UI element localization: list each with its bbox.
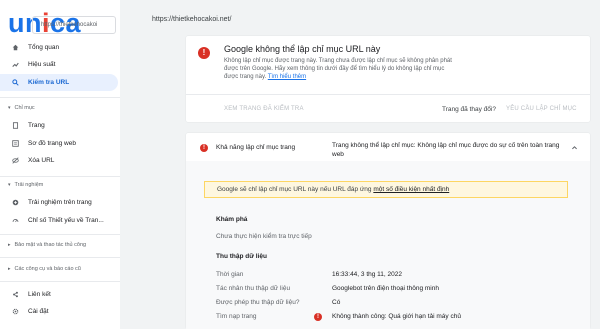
property-selector[interactable]: https://thietkehocakoi — [32, 16, 116, 34]
divider — [0, 97, 120, 98]
sidebar-item-pages[interactable]: Trang — [0, 117, 118, 134]
search-icon — [12, 79, 19, 86]
sidebar: unica https://thietkehocakoi Tổng quan H… — [0, 0, 120, 329]
page-changed-label: Trang đã thay đổi? — [442, 106, 496, 113]
request-indexing-button[interactable]: YÊU CẦU LẬP CHỈ MỤC — [506, 106, 577, 112]
inspected-url: https://thietkehocakoi.net/ — [152, 16, 232, 23]
indexing-conditions-notice: Google sẽ chỉ lập chỉ mục URL này nếu UR… — [204, 181, 568, 198]
sidebar-item-sitemaps[interactable]: Sơ đồ trang web — [0, 135, 118, 152]
caret-down-icon: ▾ — [8, 182, 11, 188]
caret-right-icon: ▸ — [8, 266, 11, 272]
gear-icon — [12, 308, 19, 315]
page-fetch-label: Tìm nạp trang — [216, 313, 257, 320]
divider — [0, 281, 120, 282]
links-icon — [13, 291, 18, 298]
error-icon: ! — [200, 144, 208, 152]
index-status-card: ! Google không thể lập chỉ mục URL này K… — [186, 36, 590, 122]
view-tested-page-button[interactable]: XEM TRANG ĐÃ KIỂM TRA — [224, 106, 304, 112]
indexing-row-value: Trang không thể lập chỉ mục: Không lập c… — [332, 142, 560, 158]
divider — [0, 176, 120, 177]
error-icon: ! — [314, 313, 322, 321]
top-bar: https://thietkehocakoi.net/ — [120, 0, 600, 36]
section-security[interactable]: ▸ Bảo mật và thao tác thủ công — [0, 239, 118, 251]
sidebar-item-overview[interactable]: Tổng quan — [0, 39, 118, 56]
status-title: Google không thể lập chỉ mục URL này — [224, 44, 381, 54]
caret-down-icon: ▾ — [8, 105, 11, 111]
home-icon — [12, 44, 19, 51]
sidebar-item-core-web-vitals[interactable]: Chỉ số Thiết yếu về Tran... — [0, 212, 118, 229]
divider — [0, 257, 120, 258]
sidebar-item-links[interactable]: Liên kết — [0, 286, 118, 303]
discovery-heading: Khám phá — [216, 216, 248, 223]
conditions-link[interactable]: một số điều kiện nhất định — [373, 186, 449, 193]
learn-more-link[interactable]: Tìm hiểu thêm — [268, 74, 306, 80]
plus-circle-icon — [12, 199, 19, 206]
crawler-value: Googlebot trên điện thoại thông minh — [332, 285, 439, 292]
divider — [186, 94, 590, 95]
crawler-label: Tác nhân thu thập dữ liệu — [216, 285, 291, 292]
eye-off-icon — [12, 157, 19, 164]
caret-right-icon: ▸ — [8, 242, 11, 248]
section-experience[interactable]: ▾ Trải nghiệm — [0, 179, 118, 191]
page-fetch-value: Không thành công: Quá giới hạn tải máy c… — [332, 313, 461, 320]
page-indexing-card: ! Khả năng lập chỉ mục trang Trang không… — [186, 133, 590, 329]
divider — [0, 234, 120, 235]
crawl-heading: Thu thập dữ liệu — [216, 253, 267, 260]
sidebar-item-removals[interactable]: Xóa URL — [0, 152, 118, 169]
section-legacy-tools[interactable]: ▸ Các công cụ và báo cáo cũ — [0, 263, 118, 275]
crawl-allowed-label: Được phép thu thập dữ liệu? — [216, 299, 300, 306]
sitemap-icon — [12, 140, 19, 147]
sidebar-item-url-inspection[interactable]: Kiểm tra URL — [0, 74, 118, 91]
trend-icon — [12, 62, 19, 67]
crawl-allowed-value: Có — [332, 299, 341, 306]
sidebar-item-settings[interactable]: Cài đặt — [0, 303, 118, 320]
sidebar-item-page-experience[interactable]: Trải nghiệm trên trang — [0, 194, 118, 211]
gauge-icon — [12, 219, 19, 223]
crawl-time-label: Thời gian — [216, 271, 244, 278]
discovery-text: Chưa thực hiện kiểm tra trực tiếp — [216, 233, 312, 240]
indexing-row-label[interactable]: Khả năng lập chỉ mục trang — [216, 144, 295, 151]
page-icon — [12, 122, 19, 129]
section-index[interactable]: ▾ Chỉ mục — [0, 102, 118, 114]
error-icon: ! — [198, 47, 210, 59]
status-description: Không lập chỉ mục được trang này. Trang … — [224, 58, 452, 80]
chevron-up-icon[interactable] — [571, 144, 578, 151]
crawl-time-value: 16:33:44, 3 thg 11, 2022 — [332, 271, 402, 278]
sidebar-item-performance[interactable]: Hiệu suất — [0, 56, 118, 73]
